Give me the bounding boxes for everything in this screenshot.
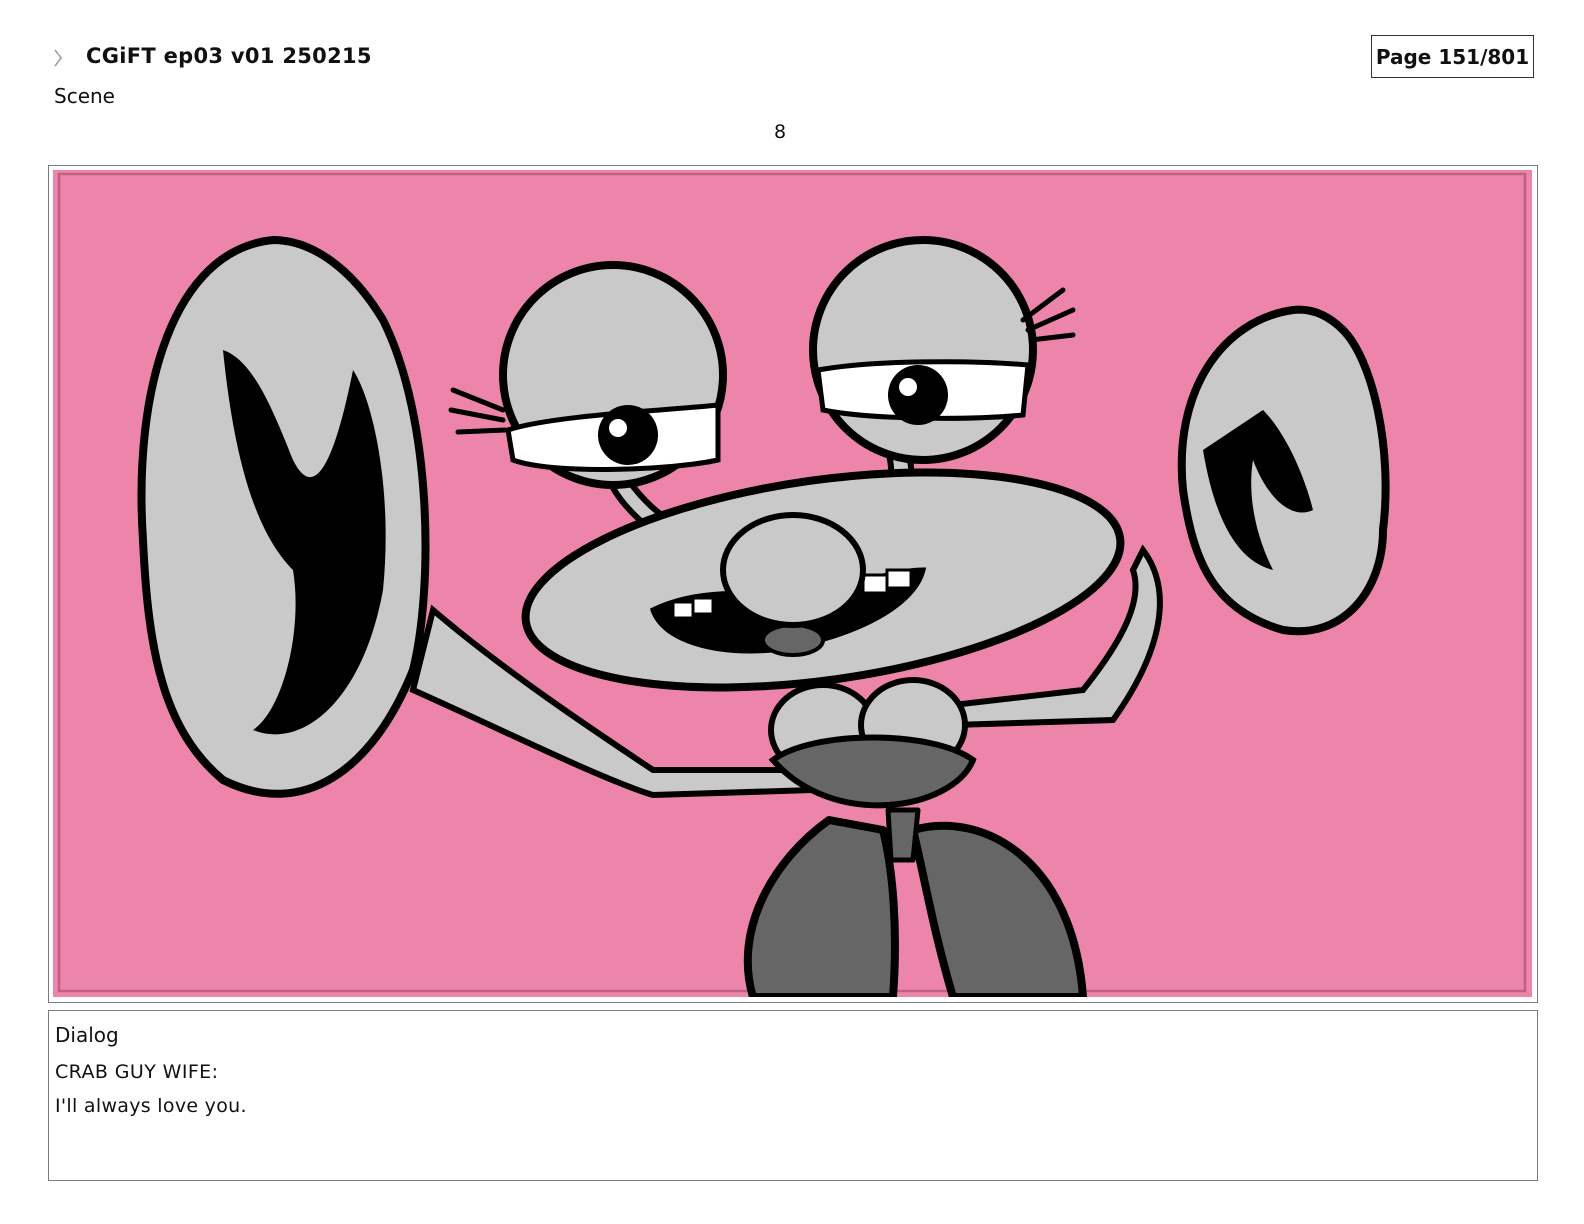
dialog-line: I'll always love you. bbox=[55, 1095, 247, 1117]
dialog-speaker: CRAB GUY WIFE: bbox=[55, 1061, 219, 1083]
right-claw bbox=[1177, 305, 1390, 636]
panel-drawing bbox=[53, 170, 1532, 997]
scene-number: 8 bbox=[773, 121, 787, 143]
page-indicator: Page 151/801 bbox=[1371, 35, 1534, 78]
nose bbox=[720, 512, 866, 628]
storyboard-panel bbox=[48, 165, 1538, 1003]
ribbon-marker-icon bbox=[54, 49, 63, 67]
right-eye bbox=[809, 236, 1037, 464]
left-eye bbox=[499, 261, 727, 489]
dialog-box: Dialog CRAB GUY WIFE: I'll always love y… bbox=[48, 1010, 1538, 1181]
document-title: CGiFT ep03 v01 250215 bbox=[86, 44, 372, 68]
scene-label: Scene bbox=[54, 84, 115, 108]
dialog-heading: Dialog bbox=[55, 1023, 119, 1047]
character-torso bbox=[768, 677, 977, 809]
left-claw bbox=[137, 235, 430, 798]
